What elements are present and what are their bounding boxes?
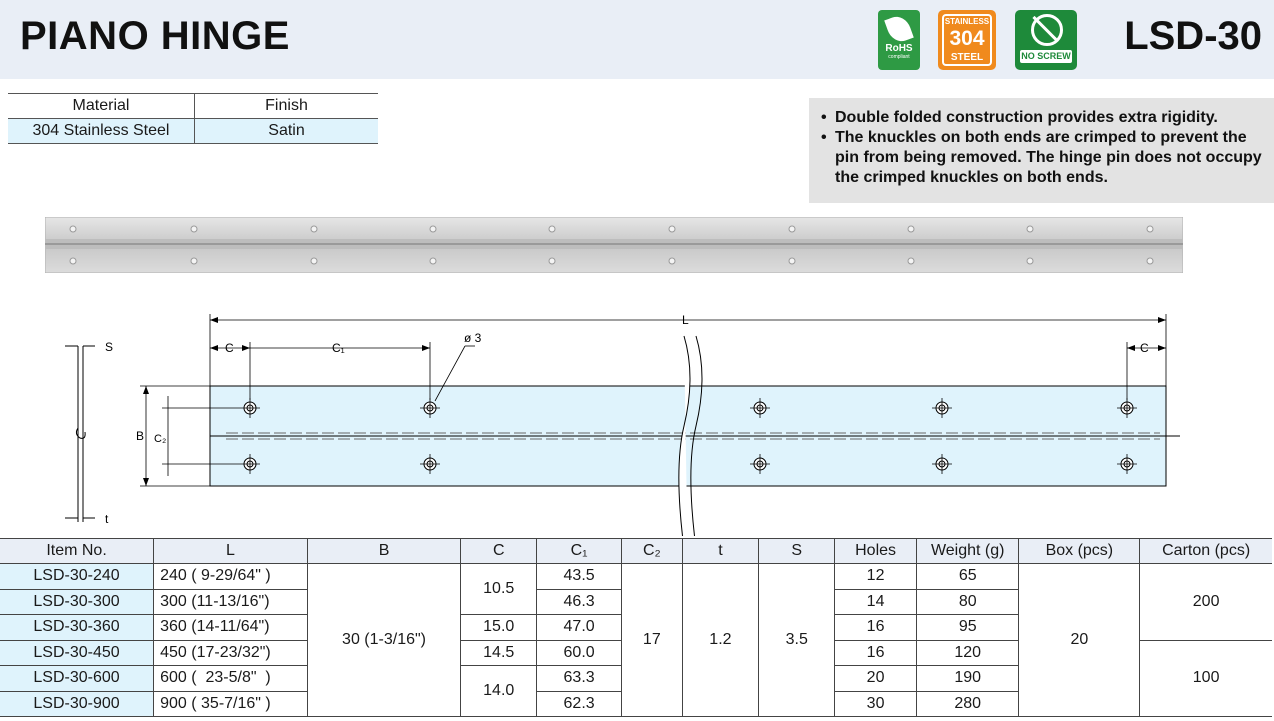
c-cell: 14.0	[460, 665, 538, 717]
b-cell: 30 (1-3/16")	[306, 563, 462, 717]
holes-cell: 14	[834, 588, 918, 615]
material-header: Material	[8, 93, 195, 119]
model-number: LSD-30	[1124, 14, 1262, 58]
label-s: S	[105, 340, 113, 354]
rohs-sublabel: compliant	[888, 54, 910, 60]
col-carton: Carton (pcs)	[1139, 538, 1272, 564]
leaf-icon	[884, 13, 914, 45]
holes-cell: 16	[834, 639, 918, 666]
holes-cell: 20	[834, 665, 918, 692]
grade-label: 304	[949, 27, 985, 50]
weight-cell: 65	[916, 563, 1020, 590]
material-table: Material Finish 304 Stainless Steel Sati…	[8, 93, 378, 144]
label-hole-dia: ø 3	[464, 331, 482, 345]
table-header-row: Item No. L B C C₁ C₂ t S Holes Weight (g…	[0, 538, 1272, 564]
c1-cell: 47.0	[536, 614, 623, 641]
col-item-no: Item No.	[0, 538, 155, 564]
c-cell: 15.0	[460, 614, 538, 641]
feature-item: The knuckles on both ends are crimped to…	[821, 128, 1274, 188]
finish-header: Finish	[194, 93, 378, 119]
box-cell: 20	[1018, 563, 1141, 717]
label-c-right: C	[1140, 341, 1149, 355]
length-cell: 600 ( 23-5/8" )	[153, 665, 308, 692]
rohs-badge: RoHS compliant	[878, 10, 920, 70]
spec-table: Item No. L B C C₁ C₂ t S Holes Weight (g…	[0, 538, 1272, 717]
weight-cell: 95	[916, 614, 1019, 641]
length-cell: 450 (17-23/32")	[153, 639, 308, 666]
item-no-cell: LSD-30-360	[0, 614, 155, 641]
stainless-304-badge: STAINLESS 304 STEEL	[938, 10, 996, 70]
features-box: Double folded construction provides extr…	[809, 98, 1274, 203]
item-no-cell: LSD-30-900	[0, 690, 155, 717]
c1-cell: 62.3	[536, 690, 623, 717]
carton-cell: 200	[1139, 563, 1272, 641]
col-l: L	[153, 538, 308, 564]
item-no-cell: LSD-30-300	[0, 588, 155, 615]
feature-item: Double folded construction provides extr…	[821, 108, 1274, 128]
item-no-cell: LSD-30-450	[0, 639, 155, 666]
label-c-left: C	[225, 341, 234, 355]
holes-cell: 12	[834, 563, 918, 590]
col-box: Box (pcs)	[1018, 538, 1141, 564]
material-value: 304 Stainless Steel	[8, 118, 195, 144]
s-cell: 3.5	[758, 563, 836, 717]
label-l: L	[682, 313, 689, 327]
c1-cell: 60.0	[536, 639, 623, 666]
item-no-cell: LSD-30-240	[0, 563, 155, 590]
rohs-label: RoHS	[885, 43, 913, 54]
item-no-cell: LSD-30-600	[0, 665, 155, 692]
c-cell: 14.5	[460, 639, 538, 666]
weight-cell: 280	[916, 690, 1019, 717]
length-cell: 360 (14-11/64")	[153, 614, 308, 641]
c2-cell: 17	[621, 563, 683, 717]
col-b: B	[306, 538, 462, 564]
c1-cell: 43.5	[536, 563, 623, 590]
holes-cell: 30	[834, 690, 918, 717]
col-c1: C₁	[536, 538, 623, 564]
c-cell: 10.5	[460, 563, 538, 615]
t-cell: 1.2	[681, 563, 760, 717]
table-row: LSD-30-240 240 ( 9-29/64" ) 30 (1-3/16")…	[0, 563, 1272, 717]
title-bar: PIANO HINGE RoHS compliant STAINLESS 304…	[0, 0, 1274, 79]
col-c2: C₂	[621, 538, 683, 564]
c1-cell: 46.3	[536, 588, 623, 615]
page-title: PIANO HINGE	[20, 14, 290, 58]
no-screw-label: NO SCREW	[1020, 50, 1072, 63]
length-cell: 240 ( 9-29/64" )	[153, 563, 308, 590]
holes-cell: 16	[834, 614, 918, 641]
no-screw-badge: NO SCREW	[1015, 10, 1077, 70]
col-c: C	[460, 538, 538, 564]
length-cell: 900 ( 35-7/16" )	[153, 690, 308, 717]
weight-cell: 80	[916, 588, 1019, 615]
label-t: t	[105, 512, 109, 526]
carton-cell: 100	[1139, 639, 1272, 717]
finish-value: Satin	[194, 118, 378, 144]
steel-label: STEEL	[950, 52, 984, 63]
stainless-label: STAINLESS	[944, 17, 990, 26]
technical-drawing: S t L C C₁ C ø 3 B C₂	[65, 313, 1180, 536]
weight-cell: 190	[916, 665, 1019, 692]
label-b: B	[136, 429, 144, 443]
label-c1: C₁	[332, 341, 345, 355]
side-view	[65, 345, 95, 522]
label-c2: C₂	[154, 433, 166, 445]
col-weight: Weight (g)	[916, 538, 1020, 564]
hinge-photo	[45, 217, 1183, 273]
weight-cell: 120	[916, 639, 1020, 666]
col-holes: Holes	[834, 538, 918, 564]
c1-cell: 63.3	[536, 665, 623, 692]
col-s: S	[758, 538, 836, 564]
length-cell: 300 (11-13/16")	[153, 588, 308, 615]
col-t: t	[681, 538, 760, 564]
